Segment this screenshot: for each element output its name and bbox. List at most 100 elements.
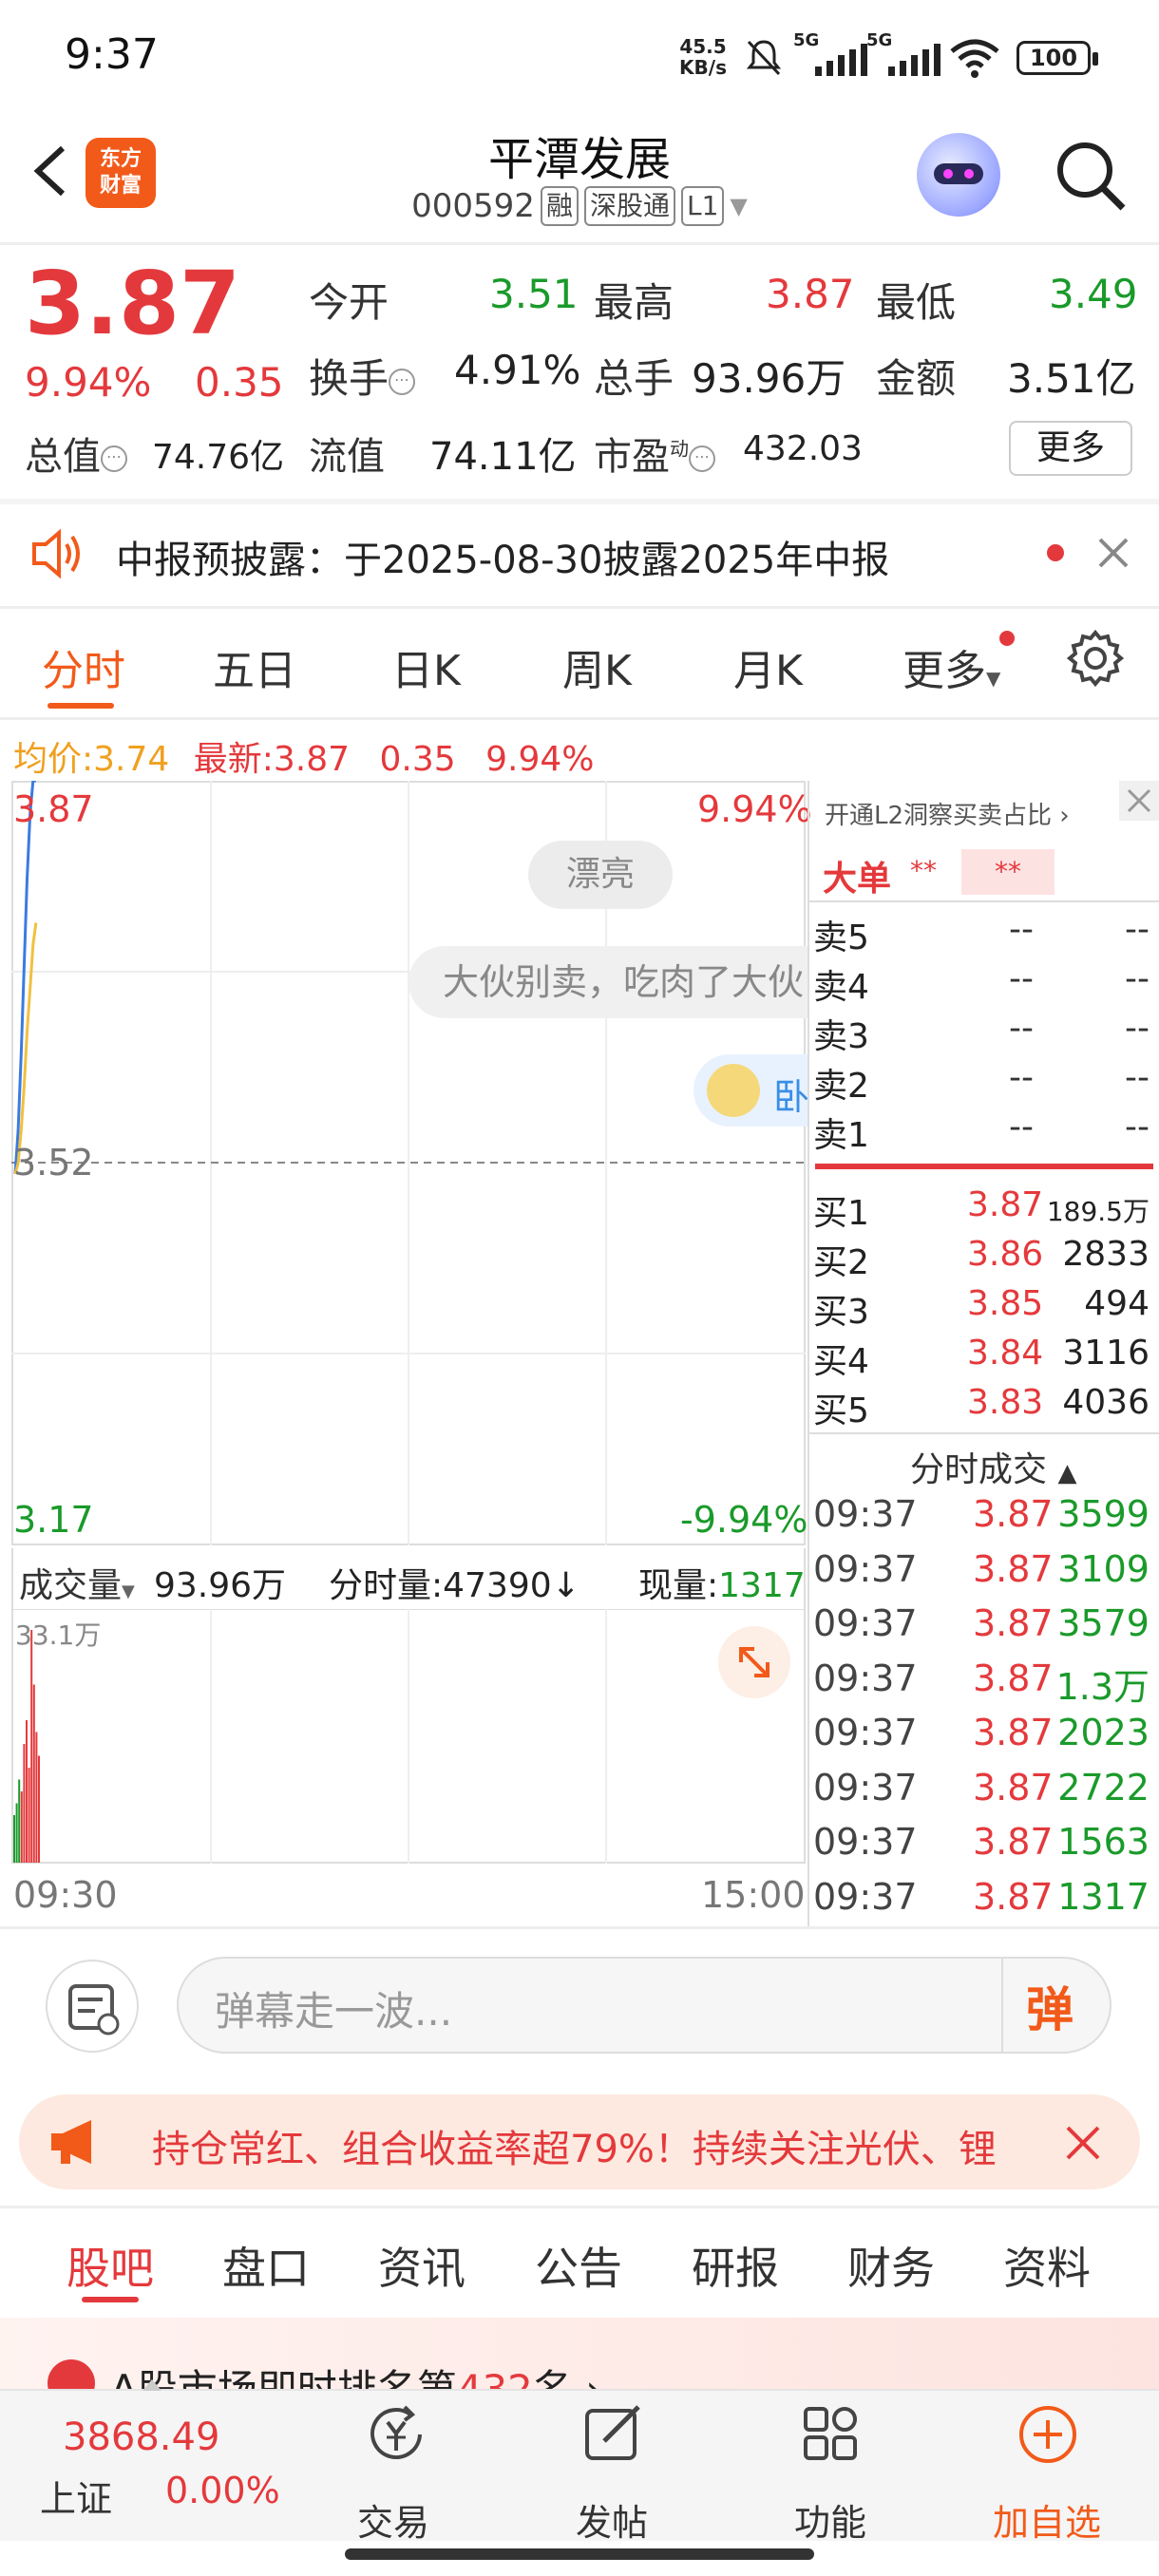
tab-research[interactable]: 研报 (692, 2234, 779, 2297)
tick-row: 09:37 3.87 3579 (813, 1602, 1155, 1652)
tab-finance[interactable]: 财务 (847, 2234, 935, 2297)
danmu-bubble[interactable]: 漂亮 (528, 841, 673, 909)
more-button[interactable]: 更多 (1009, 421, 1132, 476)
tick-price: 3.87 (973, 1657, 1054, 1699)
tick-row: 09:37 3.87 3109 (813, 1548, 1155, 1598)
tick-price: 3.87 (973, 1712, 1054, 1753)
volume-chart[interactable] (11, 1609, 806, 1864)
danmu-list-button[interactable] (46, 1960, 139, 2053)
ticks-title[interactable]: 分时成交 ▲ (910, 1442, 1076, 1491)
pe-label[interactable]: 市盈动 ⋯ (594, 426, 715, 481)
volume-bar (26, 1720, 28, 1863)
signal-bars-icon (815, 42, 867, 76)
danmu-text: 卧 (773, 1076, 808, 1118)
big-order-label: 大单 (823, 860, 892, 899)
ask-row: 卖1 -- -- (813, 1108, 1155, 1157)
current-volume: 现量:1317 (638, 1566, 806, 1605)
danmu-bubble-user[interactable]: 卧 (694, 1054, 808, 1127)
collapse-caret[interactable] (142, 2379, 162, 2391)
functions-grid-icon[interactable] (798, 2401, 864, 2468)
bid-volume: 494 (1084, 1284, 1150, 1323)
tab-news[interactable]: 资讯 (378, 2234, 466, 2297)
expand-icon[interactable] (718, 1626, 790, 1698)
promo-text[interactable]: 持仓常红、组合收益率超79%！持续关注光伏、锂 (152, 2118, 1030, 2173)
tick-row: 09:37 3.87 3599 (813, 1493, 1155, 1543)
intraday-price-chart[interactable] (11, 781, 806, 1545)
add-watchlist-icon[interactable] (1015, 2401, 1081, 2468)
ask-price: -- (1009, 1058, 1034, 1097)
big-order-value-1: ** (910, 855, 937, 886)
rank-icon (48, 2359, 95, 2389)
mcap-label[interactable]: 总值 ⋯ (25, 426, 127, 481)
ask-label: 卖2 (813, 1067, 869, 1106)
orderbook-close[interactable] (1119, 781, 1159, 821)
tab-monthly-k[interactable]: 月K (733, 636, 803, 697)
tick-volume: 2722 (1057, 1766, 1150, 1809)
tick-price: 3.87 (973, 1766, 1054, 1809)
bid-volume: 3116 (1062, 1334, 1150, 1373)
bid-row: 买4 3.84 3116 (813, 1334, 1155, 1383)
tab-notices[interactable]: 公告 (535, 2234, 622, 2297)
tick-row: 09:37 3.87 1317 (813, 1876, 1155, 1925)
bid-volume: 4036 (1062, 1383, 1150, 1422)
ask-price: -- (1009, 959, 1034, 998)
bid-row: 买1 3.87 189.5万 (813, 1185, 1155, 1235)
danmu-avatar (707, 1064, 760, 1117)
promo-close-icon[interactable] (1062, 2122, 1104, 2164)
tab-five-day[interactable]: 五日 (213, 636, 296, 697)
bid-price: 3.85 (967, 1284, 1044, 1323)
l2-insight-link[interactable]: 开通L2洞察买卖占比 › (825, 796, 1070, 831)
rank-row[interactable]: A股市场即时排名第432名 › (0, 2318, 1159, 2389)
turnover-label[interactable]: 换手 ⋯ (309, 347, 416, 405)
nav-trade[interactable]: 交易 (317, 2493, 469, 2546)
level-tag: L1 (680, 186, 725, 226)
wifi-icon (950, 39, 999, 78)
nav-functions[interactable]: 功能 (754, 2493, 906, 2546)
home-indicator (345, 2548, 814, 2560)
divider (1001, 1959, 1003, 2052)
close-icon[interactable] (1094, 534, 1132, 572)
margin-tag: 融 (540, 186, 579, 226)
bid-row: 买2 3.86 2833 (813, 1235, 1155, 1284)
volume-selector[interactable]: 成交量▼ (19, 1558, 135, 1607)
tab-daily-k[interactable]: 日K (391, 636, 461, 697)
danmu-input[interactable]: 弹幕走一波... (215, 1979, 452, 2037)
divider (0, 606, 1159, 609)
assistant-avatar[interactable] (917, 133, 1000, 217)
ask-volume: -- (1125, 910, 1150, 949)
trade-yen-icon[interactable] (363, 2401, 429, 2468)
status-bar: 9:37 45.5 KB/s 5G 5G 100 (0, 0, 1159, 114)
post-edit-icon[interactable] (580, 2401, 646, 2468)
index-value[interactable]: 3868.49 (63, 2415, 219, 2459)
divider (0, 717, 1159, 720)
float-value: 74.11亿 (429, 435, 577, 479)
tick-price: 3.87 (973, 1821, 1054, 1863)
nav-add-watchlist[interactable]: 加自选 (971, 2493, 1123, 2546)
bid-row: 买3 3.85 494 (813, 1284, 1155, 1334)
search-icon[interactable] (1053, 138, 1129, 214)
volume-bar (15, 1803, 18, 1863)
net-speed-value: 45.5 (679, 35, 727, 58)
tab-pankou[interactable]: 盘口 (222, 2234, 310, 2297)
divider (809, 900, 1159, 902)
index-percent: 0.00% (165, 2470, 280, 2511)
turnover-value: 4.91% (454, 347, 581, 393)
settings-gear-icon[interactable] (1066, 629, 1125, 688)
danmu-send-button[interactable]: 弹 (1026, 1972, 1074, 2040)
nav-post[interactable]: 发帖 (536, 2493, 688, 2546)
tab-intraday[interactable]: 分时 (42, 636, 125, 697)
tab-profile[interactable]: 资料 (1003, 2234, 1091, 2297)
latest-percent: 9.94% (485, 740, 595, 779)
volume-bar (18, 1779, 21, 1863)
tick-price: 3.87 (973, 1547, 1054, 1590)
danmu-bubble[interactable]: 大伙别卖，吃肉了大伙 (408, 946, 808, 1018)
latest-value: 3.87 (273, 740, 351, 779)
announcement-text[interactable]: 中报预披露：于2025-08-30披露2025年中报 (116, 529, 889, 584)
y-top-price: 3.87 (13, 788, 94, 830)
high-label: 最高 (594, 279, 674, 326)
tab-more[interactable]: 更多▼ (902, 636, 1000, 697)
tick-time: 09:37 (813, 1821, 918, 1863)
volume-bar (35, 1732, 38, 1863)
tab-weekly-k[interactable]: 周K (562, 636, 632, 697)
tab-guba[interactable]: 股吧 (66, 2234, 154, 2297)
